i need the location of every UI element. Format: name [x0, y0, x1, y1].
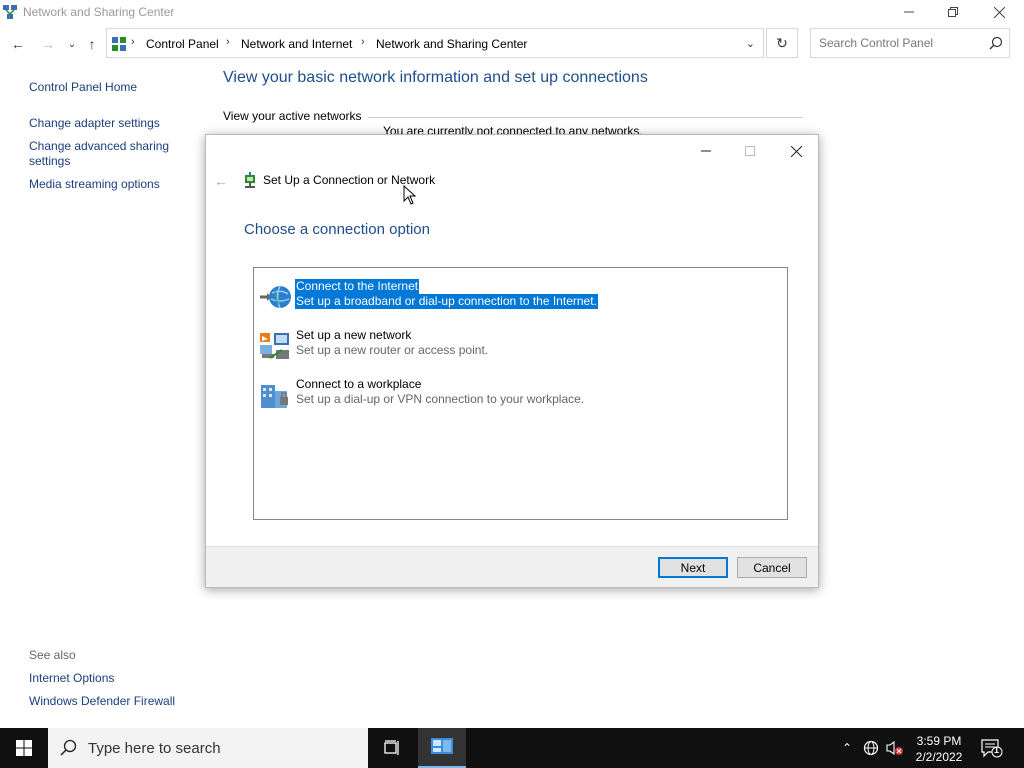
connection-options-list: Connect to the Internet Set up a broadba…: [253, 267, 788, 520]
sidebar-item-change-adapter-settings[interactable]: Change adapter settings: [29, 116, 160, 131]
globe-icon: [863, 740, 879, 756]
mouse-cursor-icon: [403, 185, 417, 205]
option-text: Connect to the Internet Set up a broadba…: [295, 279, 598, 309]
refresh-button[interactable]: ↻: [766, 28, 798, 58]
maximize-icon: [745, 146, 755, 156]
refresh-icon: ↻: [776, 34, 788, 51]
option-text: Set up a new network Set up a new router…: [295, 328, 489, 358]
option-description: Set up a new router or access point.: [296, 343, 489, 357]
dialog-footer: Next Cancel: [206, 546, 818, 587]
restore-icon: [948, 7, 958, 17]
cancel-button[interactable]: Cancel: [737, 557, 807, 578]
see-also-label: See also: [29, 648, 76, 662]
option-connect-internet[interactable]: Connect to the Internet Set up a broadba…: [258, 279, 778, 319]
task-view-icon: [384, 740, 399, 755]
search-icon[interactable]: [989, 36, 1003, 50]
option-title: Set up a new network: [296, 328, 412, 342]
taskbar-search-placeholder: Type here to search: [88, 740, 221, 757]
address-dropdown-icon[interactable]: ⌄: [746, 37, 755, 50]
network-center-icon: [3, 5, 17, 19]
chevron-down-icon: ⌄: [67, 38, 77, 50]
breadcrumb-control-panel[interactable]: Control Panel: [146, 37, 219, 51]
option-title: Connect to a workplace: [296, 377, 422, 391]
restore-button[interactable]: [930, 0, 976, 24]
sidebar-item-control-panel-home[interactable]: Control Panel Home: [29, 80, 137, 95]
breadcrumb[interactable]: › Control Panel › Network and Internet ›…: [106, 28, 764, 58]
option-new-network[interactable]: Set up a new network Set up a new router…: [258, 328, 778, 368]
dialog-maximize-button: [732, 139, 768, 163]
sidebar-item-change-advanced-sharing[interactable]: Change advanced sharing settings: [29, 139, 179, 169]
option-connect-workplace[interactable]: Connect to a workplace Set up a dial-up …: [258, 377, 778, 417]
option-description: Set up a dial-up or VPN connection to yo…: [296, 392, 585, 406]
action-center-button[interactable]: 1: [980, 738, 1004, 758]
up-arrow-icon: ↑: [88, 36, 96, 52]
taskbar: Type here to search ⌃ 3:59 PM 2/2/2022 1: [0, 728, 1024, 768]
breadcrumb-separator: ›: [361, 36, 365, 48]
router-icon: [260, 333, 289, 359]
see-also-windows-defender-firewall[interactable]: Windows Defender Firewall: [29, 694, 175, 709]
clock-time: 3:59 PM: [916, 734, 962, 748]
windows-logo-icon: [16, 740, 32, 756]
network-setup-icon: [245, 172, 255, 188]
network-globe-icon[interactable]: [862, 738, 880, 758]
breadcrumb-separator: ›: [226, 36, 230, 48]
system-clock[interactable]: 3:59 PM 2/2/2022: [906, 733, 972, 765]
close-icon: [790, 145, 802, 157]
notification-icon: [981, 739, 1003, 758]
volume-muted-icon[interactable]: [886, 738, 904, 758]
taskbar-app-control-panel[interactable]: [418, 728, 466, 768]
dialog-heading: Choose a connection option: [244, 221, 430, 238]
task-view-button[interactable]: [372, 728, 412, 768]
sidebar-item-media-streaming[interactable]: Media streaming options: [29, 177, 160, 192]
workplace-icon: [261, 385, 288, 408]
page-title: View your basic network information and …: [223, 69, 648, 86]
address-bar: ← → ⌄ ↑ › Control Panel › Network and In…: [0, 28, 1024, 58]
active-networks-label: View your active networks: [223, 109, 362, 123]
dialog-minimize-button[interactable]: [688, 139, 724, 163]
show-hidden-icons-button[interactable]: ⌃: [838, 738, 856, 758]
recent-locations-button[interactable]: ⌄: [62, 34, 82, 54]
clock-date: 2/2/2022: [915, 750, 963, 764]
speaker-muted-icon: [886, 740, 903, 756]
dialog-close-button[interactable]: [778, 139, 814, 163]
see-also-internet-options[interactable]: Internet Options: [29, 671, 114, 686]
breadcrumb-network-sharing-center[interactable]: Network and Sharing Center: [376, 37, 527, 51]
breadcrumb-network-internet[interactable]: Network and Internet: [241, 37, 352, 51]
forward-button[interactable]: →: [38, 34, 58, 54]
up-button[interactable]: ↑: [82, 34, 102, 54]
minimize-icon: [904, 11, 914, 13]
back-arrow-icon: ←: [11, 36, 25, 52]
control-panel-icon: [112, 37, 126, 51]
search-icon: [60, 739, 77, 756]
breadcrumb-separator: ›: [131, 36, 135, 48]
option-description: Set up a broadband or dial-up connection…: [295, 294, 598, 309]
setup-connection-dialog: ← Set Up a Connection or Network Choose …: [205, 134, 819, 588]
start-button[interactable]: [0, 728, 48, 768]
window-titlebar: Network and Sharing Center: [0, 0, 1024, 24]
close-button[interactable]: [976, 0, 1022, 24]
notification-count-badge: 1: [994, 745, 1000, 755]
window-title: Network and Sharing Center: [23, 5, 175, 19]
search-box[interactable]: [810, 28, 1010, 58]
next-button[interactable]: Next: [658, 557, 728, 578]
taskbar-search-box[interactable]: Type here to search: [48, 728, 368, 768]
option-title: Connect to the Internet: [295, 279, 420, 294]
option-text: Connect to a workplace Set up a dial-up …: [295, 377, 585, 407]
minimize-icon: [701, 150, 711, 152]
close-icon: [993, 6, 1005, 18]
minimize-button[interactable]: [886, 0, 932, 24]
forward-arrow-icon: →: [41, 36, 55, 52]
globe-icon: [260, 285, 291, 309]
section-divider: [368, 117, 803, 118]
dialog-back-button[interactable]: ←: [214, 173, 228, 189]
search-input[interactable]: [811, 29, 981, 57]
control-panel-icon: [431, 738, 453, 754]
back-button[interactable]: ←: [8, 34, 28, 54]
